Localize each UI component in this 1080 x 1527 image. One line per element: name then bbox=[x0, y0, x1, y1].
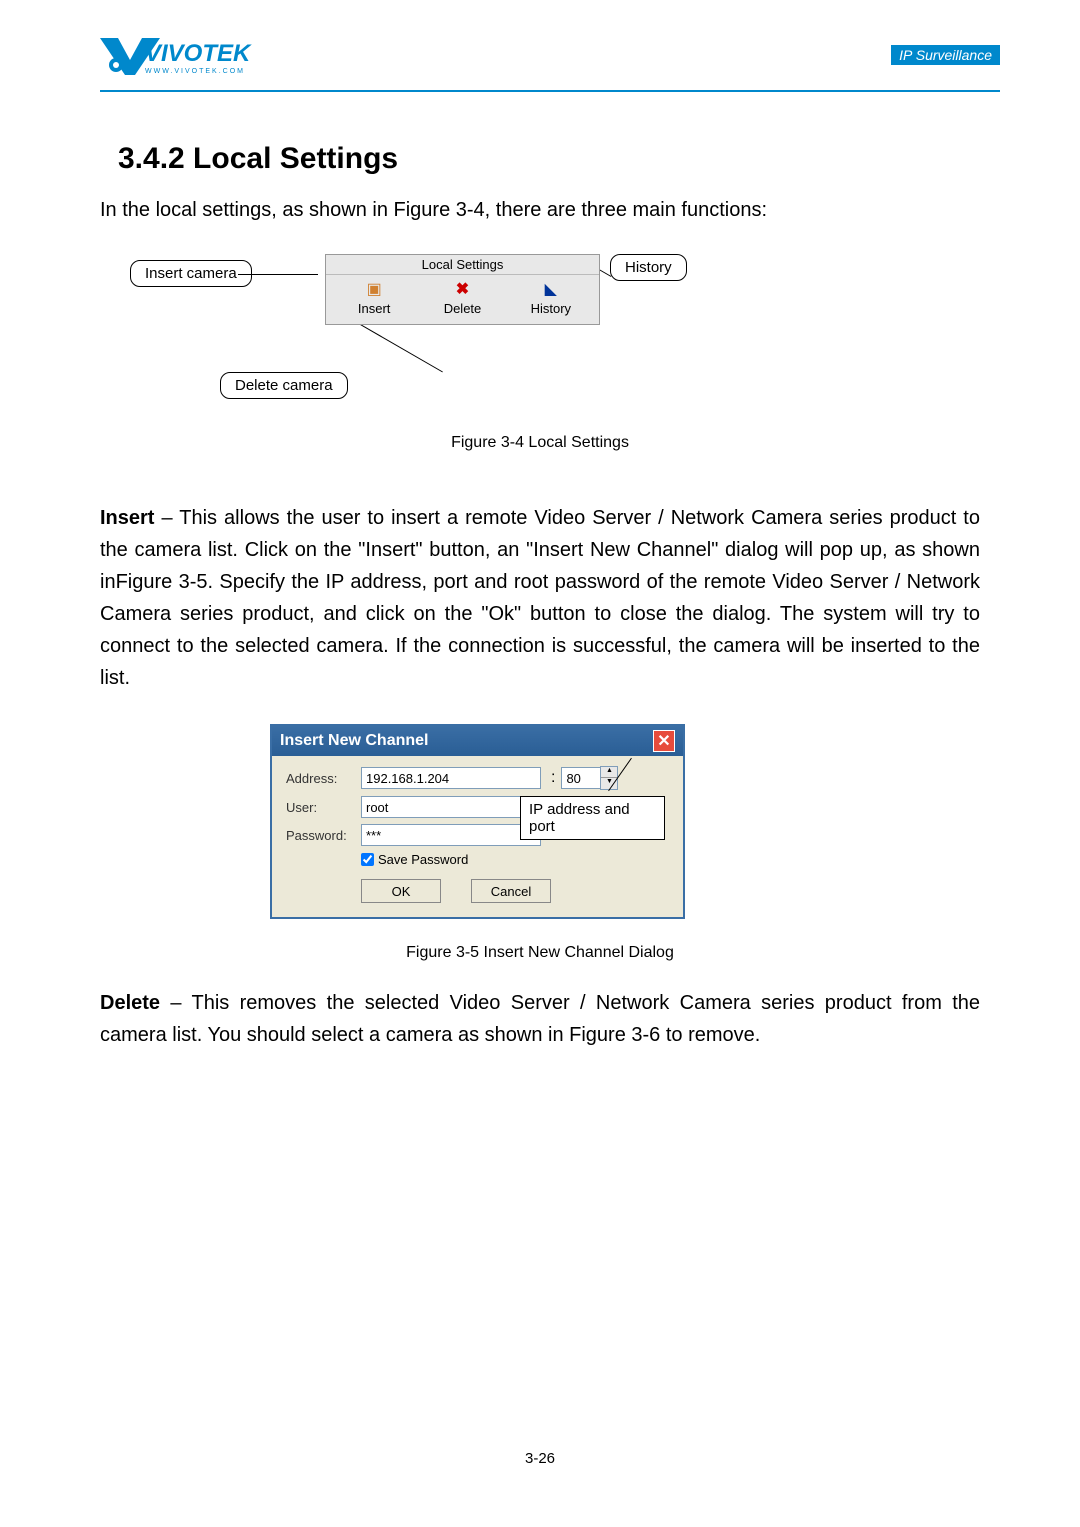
paragraph-insert: Insert – This allows the user to insert … bbox=[100, 502, 980, 694]
para2-bold: Delete bbox=[100, 992, 160, 1014]
intro-text: In the local settings, as shown in Figur… bbox=[100, 196, 980, 224]
port-input[interactable] bbox=[561, 767, 601, 789]
ok-button[interactable]: OK bbox=[361, 879, 441, 903]
password-input[interactable] bbox=[361, 824, 541, 846]
close-icon: ✕ bbox=[657, 731, 670, 751]
page-number: 3-26 bbox=[0, 1450, 1080, 1467]
label-user: User: bbox=[286, 800, 361, 815]
callout-history: History bbox=[610, 254, 687, 281]
delete-label: Delete bbox=[420, 301, 505, 316]
para1-bold: Insert bbox=[100, 507, 154, 529]
history-button[interactable]: ◣ History bbox=[508, 281, 593, 316]
para2-text: – This removes the selected Video Server… bbox=[100, 992, 980, 1046]
section-heading: 3.4.2 Local Settings bbox=[118, 142, 980, 176]
history-icon: ◣ bbox=[508, 281, 593, 299]
label-password: Password: bbox=[286, 828, 361, 843]
callout-insert-camera: Insert camera bbox=[130, 260, 252, 287]
label-address: Address: bbox=[286, 771, 361, 786]
insert-icon: ▣ bbox=[332, 281, 417, 299]
annotation-ip-port: IP address and port bbox=[520, 796, 665, 840]
local-settings-panel: Local Settings ▣ Insert ✖ Delete ◣ Histo… bbox=[325, 254, 600, 325]
address-input[interactable] bbox=[361, 767, 541, 789]
panel-title: Local Settings bbox=[326, 255, 599, 274]
figure-local-settings: Insert camera History Delete camera Loca… bbox=[130, 254, 730, 414]
page-content: 3.4.2 Local Settings In the local settin… bbox=[0, 92, 1080, 1051]
figure-1-caption: Figure 3-4 Local Settings bbox=[100, 434, 980, 452]
save-password-label: Save Password bbox=[378, 852, 468, 867]
page-header: VIVOTEK WWW.VIVOTEK.COM IP Surveillance bbox=[0, 0, 1080, 90]
close-button[interactable]: ✕ bbox=[653, 730, 675, 752]
user-input[interactable] bbox=[361, 796, 541, 818]
insert-label: Insert bbox=[332, 301, 417, 316]
para1-text: – This allows the user to insert a remot… bbox=[100, 507, 980, 689]
insert-button[interactable]: ▣ Insert bbox=[332, 281, 417, 316]
cancel-button[interactable]: Cancel bbox=[471, 879, 551, 903]
logo-subtext: WWW.VIVOTEK.COM bbox=[145, 68, 315, 75]
logo-text: VIVOTEK bbox=[145, 40, 315, 68]
logo: VIVOTEK WWW.VIVOTEK.COM bbox=[100, 30, 270, 80]
spinner-up-icon[interactable]: ▲ bbox=[601, 767, 617, 778]
delete-icon: ✖ bbox=[420, 281, 505, 299]
port-separator: : bbox=[551, 769, 555, 787]
callout-delete-camera: Delete camera bbox=[220, 372, 348, 399]
history-label: History bbox=[508, 301, 593, 316]
save-password-checkbox[interactable] bbox=[361, 853, 374, 866]
delete-button[interactable]: ✖ Delete bbox=[420, 281, 505, 316]
dialog-titlebar: Insert New Channel ✕ bbox=[272, 726, 683, 756]
dialog-title: Insert New Channel bbox=[280, 732, 428, 750]
header-right-text: IP Surveillance bbox=[891, 45, 1000, 65]
paragraph-delete: Delete – This removes the selected Video… bbox=[100, 987, 980, 1051]
figure-2-caption: Figure 3-5 Insert New Channel Dialog bbox=[100, 944, 980, 962]
